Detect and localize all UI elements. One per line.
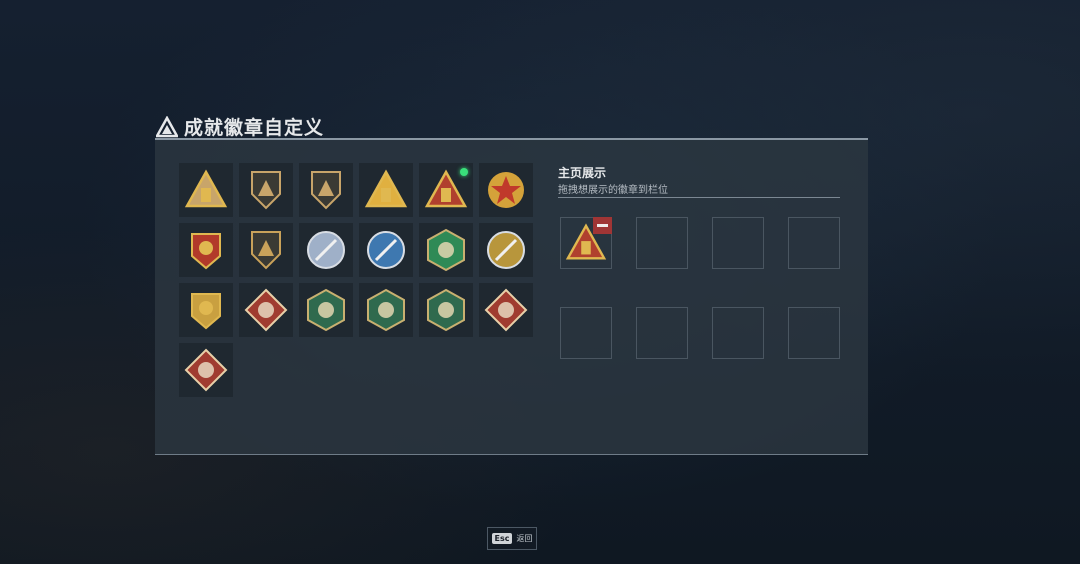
showcase-title: 主页展示 — [558, 166, 607, 180]
dragon-diamond-badge[interactable] — [479, 283, 533, 337]
divider — [558, 197, 840, 198]
back-button[interactable]: Esc 返回 — [487, 527, 537, 550]
gold-crossed-swords-icon — [191, 293, 221, 330]
showcase-slot[interactable] — [712, 217, 764, 269]
blue-sword-badge[interactable] — [359, 223, 413, 277]
green-sword-icon — [427, 228, 465, 272]
dragon-diamond-icon — [484, 288, 528, 332]
gold-sword-badge[interactable] — [479, 223, 533, 277]
showcase-slot[interactable] — [788, 217, 840, 269]
triangle-emblem-icon — [156, 115, 178, 137]
triangle-emblem-icon — [184, 169, 228, 208]
showcase-slot[interactable] — [560, 217, 612, 269]
wings-dagger-badge[interactable] — [299, 163, 353, 217]
gold-crossed-swords-badge[interactable] — [179, 283, 233, 337]
green-bird-icon — [307, 288, 345, 332]
wolf-diamond-badge[interactable] — [239, 283, 293, 337]
showcase-subtitle: 拖拽想展示的徽章到栏位 — [558, 185, 668, 196]
green-sword-badge[interactable] — [419, 223, 473, 277]
showcase-slot[interactable] — [560, 307, 612, 359]
showcase-slot[interactable] — [636, 307, 688, 359]
wings-dagger-icon — [311, 171, 341, 210]
page-header: 成就徽章自定义 — [156, 113, 324, 140]
remove-badge-button[interactable] — [593, 217, 612, 234]
red-star-gear-icon — [488, 172, 524, 208]
flower-icon — [307, 231, 345, 269]
green-figure-icon — [427, 288, 465, 332]
green-bird-badge[interactable] — [299, 283, 353, 337]
new-indicator — [460, 168, 468, 176]
red-star-gear-badge[interactable] — [479, 163, 533, 217]
helicopter-icon — [251, 171, 281, 210]
runner-diamond-badge[interactable] — [179, 343, 233, 397]
gold-shield-icon — [251, 231, 281, 270]
showcase-slot[interactable] — [636, 217, 688, 269]
gold-shield-badge[interactable] — [239, 223, 293, 277]
red-laurel-badge[interactable] — [179, 223, 233, 277]
green-gun-icon — [367, 288, 405, 332]
runner-diamond-icon — [184, 348, 228, 392]
back-label: 返回 — [516, 534, 533, 543]
esc-key-icon: Esc — [491, 533, 513, 544]
helicopter-badge[interactable] — [239, 163, 293, 217]
showcase-slot[interactable] — [788, 307, 840, 359]
gold-triangle-medal-badge[interactable] — [359, 163, 413, 217]
page-title: 成就徽章自定义 — [184, 117, 325, 139]
showcase-slot[interactable] — [712, 307, 764, 359]
green-gun-badge[interactable] — [359, 283, 413, 337]
flower-badge[interactable] — [299, 223, 353, 277]
blue-sword-icon — [367, 231, 405, 269]
wolf-diamond-icon — [244, 288, 288, 332]
red-laurel-icon — [191, 233, 221, 270]
gold-sword-icon — [487, 231, 525, 269]
green-figure-badge[interactable] — [419, 283, 473, 337]
red-triangle-badge[interactable] — [419, 163, 473, 217]
triangle-emblem-badge[interactable] — [179, 163, 233, 217]
gold-triangle-medal-icon — [364, 169, 408, 208]
